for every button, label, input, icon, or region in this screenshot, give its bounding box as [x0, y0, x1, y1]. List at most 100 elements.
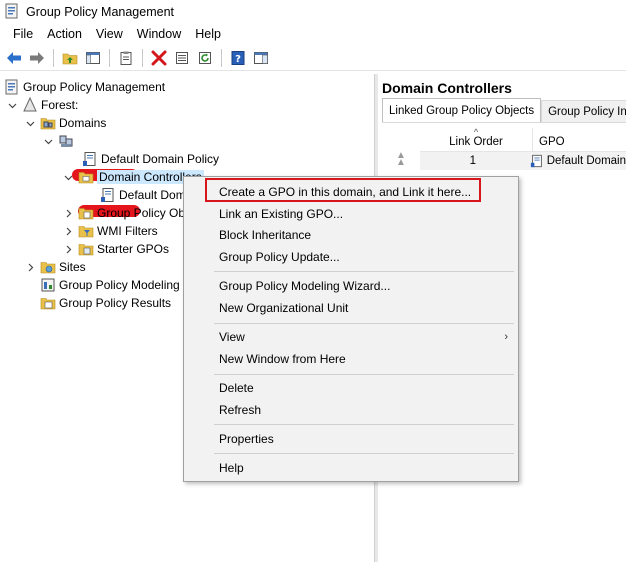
domains-folder-icon: [40, 115, 56, 131]
column-header-link-order[interactable]: ^ Link Order: [420, 128, 533, 151]
chevron-right-icon[interactable]: [62, 225, 74, 237]
gpm-app-icon: [4, 3, 20, 22]
table-header: ^ Link Order GPO: [420, 128, 626, 152]
menu-action[interactable]: Action: [40, 27, 89, 41]
back-arrow-icon[interactable]: [4, 48, 24, 68]
toolbar-separator: [142, 48, 143, 67]
show-hide-tree-icon[interactable]: [83, 48, 103, 68]
menu-item-view[interactable]: View ›: [184, 326, 518, 348]
cell-gpo: Default Domain: [526, 152, 626, 170]
tree-item-starter-gpos[interactable]: Starter GPOs: [62, 240, 169, 258]
tree-label: Group Policy Modeling: [59, 278, 180, 292]
details-tabs: Linked Group Policy Objects Group Policy…: [382, 98, 626, 122]
domain-icon: [58, 133, 74, 149]
tree-label: Default Dom: [119, 188, 186, 202]
menu-item-block-inheritance[interactable]: Block Inheritance: [184, 224, 518, 246]
menu-separator: [214, 323, 514, 324]
menu-window[interactable]: Window: [130, 27, 188, 41]
sort-ascending-icon: ^: [473, 127, 479, 137]
menu-separator: [214, 453, 514, 454]
chevron-down-icon[interactable]: [42, 135, 54, 147]
tree-item-gp-modeling[interactable]: Group Policy Modeling: [40, 276, 180, 294]
gpo-link-icon: [100, 187, 116, 203]
menu-separator: [214, 374, 514, 375]
tree-label: Group Policy Results: [59, 296, 172, 310]
gp-results-icon: [40, 295, 56, 311]
tree-item-gp-results[interactable]: Group Policy Results: [40, 294, 171, 312]
tree-item-default-domain-controllers[interactable]: Default Dom: [100, 186, 186, 204]
context-menu: Create a GPO in this domain, and Link it…: [183, 176, 519, 482]
menu-item-link-existing-gpo[interactable]: Link an Existing GPO...: [184, 203, 518, 225]
chevron-right-icon[interactable]: [24, 261, 36, 273]
move-link-up-icon[interactable]: ▲ ▲: [396, 151, 406, 168]
delete-x-icon[interactable]: [149, 48, 169, 68]
tree-label: Domains: [59, 116, 107, 130]
menu-item-new-window[interactable]: New Window from Here: [184, 348, 518, 370]
menu-item-new-ou[interactable]: New Organizational Unit: [184, 297, 518, 319]
toolbar-separator: [109, 48, 110, 67]
tab-divider: [382, 122, 626, 123]
chevron-down-icon[interactable]: [24, 117, 36, 129]
menu-file[interactable]: File: [6, 27, 40, 41]
properties-icon[interactable]: [172, 48, 192, 68]
tree-label: Forest:: [41, 98, 79, 112]
window-title: Group Policy Management: [26, 5, 174, 19]
svg-text:?: ?: [235, 54, 241, 65]
tree-item-domain[interactable]: [42, 132, 77, 150]
tree-item-root[interactable]: Group Policy Management: [4, 78, 165, 96]
up-folder-icon[interactable]: [60, 48, 80, 68]
tab-gp-inheritance[interactable]: Group Policy Inherit: [541, 100, 626, 122]
tree-item-domains[interactable]: Domains: [24, 114, 106, 132]
chevron-right-icon[interactable]: [62, 243, 74, 255]
menu-item-create-gpo-and-link[interactable]: Create a GPO in this domain, and Link it…: [184, 181, 518, 203]
chevron-right-icon[interactable]: [62, 207, 74, 219]
tree-label: Starter GPOs: [97, 242, 170, 256]
menu-item-gp-modeling-wizard[interactable]: Group Policy Modeling Wizard...: [184, 275, 518, 297]
console-pane-icon[interactable]: [251, 48, 271, 68]
column-header-gpo[interactable]: GPO: [533, 128, 626, 151]
clipboard-icon[interactable]: [116, 48, 136, 68]
linked-gpo-table: ^ Link Order GPO 1 Default Domain: [420, 128, 626, 170]
forest-tree-icon: [22, 97, 38, 113]
menu-item-refresh[interactable]: Refresh: [184, 399, 518, 421]
ou-folder-icon: [78, 169, 94, 185]
menu-item-label: View: [219, 330, 245, 344]
tree-item-sites[interactable]: Sites: [24, 258, 86, 276]
gpo-link-icon: [530, 154, 544, 168]
menu-item-properties[interactable]: Properties: [184, 428, 518, 450]
forward-arrow-icon[interactable]: [27, 48, 47, 68]
menu-item-delete[interactable]: Delete: [184, 377, 518, 399]
tree-label: WMI Filters: [97, 224, 158, 238]
details-title: Domain Controllers: [382, 80, 512, 96]
menu-item-help[interactable]: Help: [184, 457, 518, 479]
tree-item-group-policy-objects[interactable]: Group Policy Ob: [62, 204, 185, 222]
table-row[interactable]: 1 Default Domain: [420, 152, 626, 170]
title-bar: Group Policy Management: [0, 0, 626, 24]
refresh-icon[interactable]: [195, 48, 215, 68]
cell-link-order: 1: [469, 155, 477, 167]
tab-linked-gpos[interactable]: Linked Group Policy Objects: [382, 98, 542, 122]
sites-icon: [40, 259, 56, 275]
menu-view[interactable]: View: [89, 27, 130, 41]
menu-item-gp-update[interactable]: Group Policy Update...: [184, 246, 518, 268]
toolbar-separator: [53, 48, 54, 67]
menu-bar: File Action View Window Help: [0, 24, 626, 44]
gpo-folder-icon: [78, 205, 94, 221]
menu-help[interactable]: Help: [188, 27, 228, 41]
starter-gpo-folder-icon: [78, 241, 94, 257]
gpo-link-icon: [82, 151, 98, 167]
submenu-arrow-icon: ›: [504, 331, 508, 343]
tree-item-forest[interactable]: Forest:: [6, 96, 78, 114]
chevron-down-icon[interactable]: [6, 99, 18, 111]
chevron-down-icon[interactable]: [62, 171, 74, 183]
help-icon[interactable]: ?: [228, 48, 248, 68]
gpm-root-icon: [4, 79, 20, 95]
gp-modeling-icon: [40, 277, 56, 293]
menu-separator: [214, 271, 514, 272]
tree-label: Sites: [59, 260, 86, 274]
wmi-folder-icon: [78, 223, 94, 239]
menu-separator: [214, 424, 514, 425]
tree-item-wmi-filters[interactable]: WMI Filters: [62, 222, 158, 240]
tree-item-default-domain-policy[interactable]: Default Domain Policy: [82, 150, 219, 168]
tree-label: Default Domain Policy: [101, 152, 220, 166]
